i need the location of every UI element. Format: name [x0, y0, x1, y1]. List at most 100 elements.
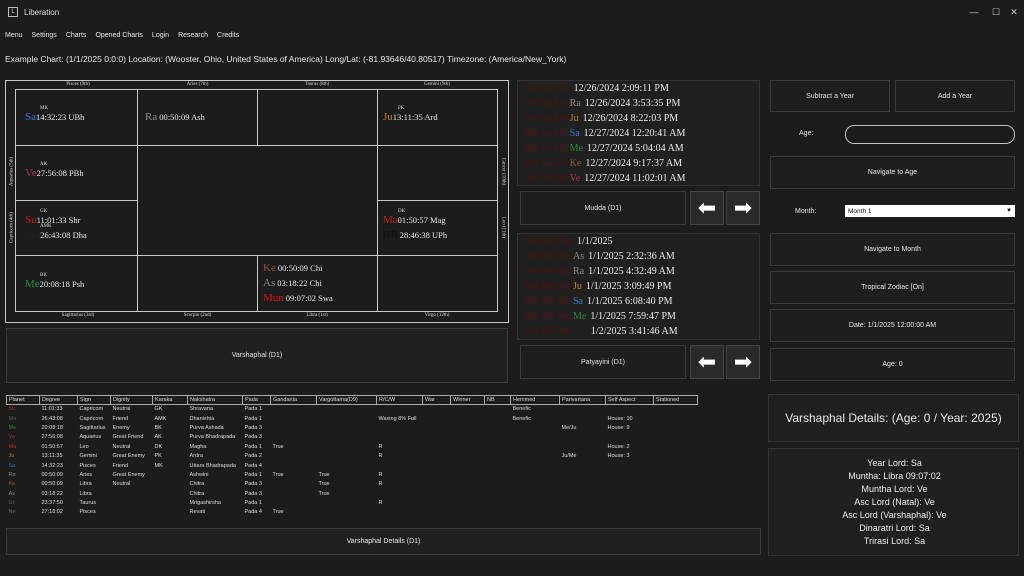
- menu-item-opened-charts[interactable]: Opened Charts: [95, 32, 142, 39]
- dasha-row[interactable]: Me Me Me Ra 1/1/2025 4:32:49 AM: [526, 266, 675, 277]
- age-display: Age: 0: [770, 348, 1015, 381]
- dasha-row[interactable]: Me Sa Me Me 12/27/2024 5:04:04 AM: [526, 143, 684, 154]
- column-header[interactable]: Parivartana: [559, 395, 606, 405]
- planet-abbr: Ve: [25, 167, 37, 179]
- column-header[interactable]: Gandanta: [270, 395, 317, 405]
- dasha-row[interactable]: Me Me Me Ju 1/1/2025 3:09:49 PM: [526, 281, 671, 292]
- tropical-zodiac-toggle[interactable]: Tropical Zodiac [On]: [770, 271, 1015, 304]
- mudda-prev-arrow-icon[interactable]: ⬅: [690, 191, 724, 225]
- month-select[interactable]: Month 1 ▼: [845, 205, 1015, 217]
- column-header[interactable]: Stationed: [653, 395, 698, 405]
- column-header[interactable]: Pada: [242, 395, 271, 405]
- house-taurus[interactable]: [257, 89, 378, 146]
- dasha-row[interactable]: Me Sa Me Ve 12/27/2024 11:02:01 AM: [526, 173, 686, 184]
- table-row[interactable]: Ju 13:11:35 Gemini Great Enemy PK Ardra Pada 2…: [7, 451, 698, 460]
- house-scorpio[interactable]: [137, 255, 258, 312]
- table-row[interactable]: Ne 27:18:02 Pisces Revati Pada 4 True: [7, 508, 698, 517]
- patyayini-next-arrow-icon[interactable]: ➡: [726, 345, 760, 379]
- dasha-sublord: As: [573, 251, 585, 262]
- house-leo[interactable]: [377, 200, 498, 256]
- varshaphal-details-button[interactable]: Varshaphal Details (D1): [6, 528, 761, 555]
- navigate-to-month-button[interactable]: Navigate to Month: [770, 233, 1015, 266]
- house-cancer[interactable]: [377, 145, 498, 201]
- planet-cell: Mo: [8, 415, 17, 422]
- column-header[interactable]: Dignity: [110, 395, 153, 405]
- column-header[interactable]: Vargottama(D9): [316, 395, 377, 405]
- table-cell: Pisces: [79, 462, 96, 469]
- house-virgo[interactable]: [377, 255, 498, 312]
- column-header[interactable]: Winner: [450, 395, 485, 405]
- column-header[interactable]: Planet: [6, 395, 40, 405]
- column-header[interactable]: War: [422, 395, 451, 405]
- column-header[interactable]: Degree: [39, 395, 78, 405]
- table-row[interactable]: Sa 14:32:23 Pisces Friend MK Uttara Bhadrapad…: [7, 461, 698, 470]
- table-cell: Pada 4: [244, 509, 262, 516]
- table-cell: AMK: [154, 415, 167, 422]
- table-row[interactable]: Me 20:08:18 Sagittarius Enemy BK Purva Ashada…: [7, 423, 698, 432]
- column-header[interactable]: Sign: [77, 395, 111, 405]
- dasha-row[interactable]: Me Me Me As 1/1/2025 2:32:36 AM: [526, 251, 675, 262]
- table-row[interactable]: Ma 01:50:57 Leo Neutral DK Magha Pada 1 True R Ho…: [7, 442, 698, 451]
- navigate-to-age-button[interactable]: Navigate to Age: [770, 156, 1015, 189]
- table-cell: Pada 1: [244, 443, 262, 450]
- table-cell: Friend: [112, 415, 129, 422]
- table-cell: Benefic: [512, 406, 531, 413]
- dasha-row[interactable]: Me Sa Me 12/26/2024 2:09:11 PM: [526, 83, 669, 94]
- column-header[interactable]: Nakshatra: [187, 395, 243, 405]
- muntha: Muntha: Libra 09:07:02: [848, 471, 941, 481]
- minimize-button[interactable]: —: [964, 0, 984, 24]
- table-cell: [451, 451, 485, 460]
- menu-item-menu[interactable]: Menu: [5, 32, 23, 39]
- add-year-button[interactable]: Add a Year: [895, 80, 1015, 112]
- planet-cell: Ne: [8, 509, 16, 516]
- table-row[interactable]: Ra 00:50:09 Aries Great Enemy Ashwini Pada 1 T…: [7, 470, 698, 479]
- mudda-button[interactable]: Mudda (D1): [520, 191, 686, 225]
- table-cell: [654, 480, 698, 489]
- menu-item-research[interactable]: Research: [178, 32, 208, 39]
- table-cell: Purva Bhadrapada: [189, 434, 236, 441]
- menu-item-settings[interactable]: Settings: [32, 32, 57, 39]
- planet-cell: Ke: [8, 481, 16, 488]
- house-capricorn[interactable]: [15, 200, 138, 256]
- table-row[interactable]: Ve 27:56:08 Aquarius Great Friend AK Purva Bh…: [7, 433, 698, 442]
- varshaphal-chart-button[interactable]: Varshaphal (D1): [6, 328, 508, 383]
- maximize-button[interactable]: ☐: [986, 0, 1006, 24]
- column-header[interactable]: Hemmed: [510, 395, 560, 405]
- menu-item-charts[interactable]: Charts: [66, 32, 87, 39]
- sign-header-taurus: Taurus (8th): [304, 82, 330, 87]
- sign-header-sagittarius: Sagittarius (3rd): [61, 313, 95, 318]
- close-button[interactable]: ✕: [1004, 0, 1024, 24]
- dasha-row[interactable]: Me Sa Me Ju 12/26/2024 8:22:03 PM: [526, 113, 678, 124]
- dasha-row[interactable]: Me Me Me Mo 1/2/2025 3:41:46 AM: [526, 326, 678, 337]
- menu-item-credits[interactable]: Credits: [217, 32, 239, 39]
- dasha-lords: Me Me Me: [526, 251, 571, 262]
- table-cell: [560, 480, 606, 489]
- table-cell: R: [378, 443, 383, 450]
- table-row[interactable]: Ur 23:37:50 Taurus Mrigashirsha Pada 1 R: [7, 498, 698, 507]
- patyayini-prev-arrow-icon[interactable]: ⬅: [690, 345, 724, 379]
- table-cell: [317, 498, 377, 507]
- column-header[interactable]: Self Aspect: [605, 395, 654, 405]
- dasha-row[interactable]: Me Me Me Me 1/1/2025 7:59:47 PM: [526, 311, 676, 322]
- mudda-next-arrow-icon[interactable]: ➡: [726, 191, 760, 225]
- subtract-year-button[interactable]: Subtract a Year: [770, 80, 890, 112]
- dasha-row[interactable]: Me Sa Me Ra 12/26/2024 3:53:35 PM: [526, 98, 680, 109]
- table-row[interactable]: Mo 26:43:08 Capricorn Friend AMK Dhanishta Pad…: [7, 414, 698, 423]
- menu-item-login[interactable]: Login: [152, 32, 169, 39]
- table-cell: R: [378, 500, 383, 507]
- dasha-row[interactable]: Me Me Me Sa 1/1/2025 6:08:40 PM: [526, 296, 673, 307]
- age-input[interactable]: [845, 125, 1015, 144]
- column-header[interactable]: NB: [484, 395, 511, 405]
- dasha-row[interactable]: Me Me Me 1/1/2025: [526, 236, 613, 247]
- column-header[interactable]: R/C/W: [376, 395, 423, 405]
- column-header[interactable]: Karaka: [152, 395, 188, 405]
- table-row[interactable]: Ke 00:50:09 Libra Neutral Chitra Pada 3 True R: [7, 480, 698, 489]
- table-cell: True: [318, 490, 330, 497]
- dasha-row[interactable]: Me Sa Me Sa 12/27/2024 12:20:41 AM: [526, 128, 685, 139]
- table-row[interactable]: As 03:18:22 Libra Chitra Pada 3 True: [7, 489, 698, 498]
- sign-header-aries: Aries (7th): [186, 82, 209, 87]
- table-row[interactable]: Su 11:01:33 Capricorn Neutral GK Shravana Pada…: [7, 405, 698, 414]
- dasha-row[interactable]: Me Sa Me Ke 12/27/2024 9:17:37 AM: [526, 158, 682, 169]
- patyayini-button[interactable]: Patyayini (D1): [520, 345, 686, 379]
- dasha-sublord: Sa: [569, 128, 580, 139]
